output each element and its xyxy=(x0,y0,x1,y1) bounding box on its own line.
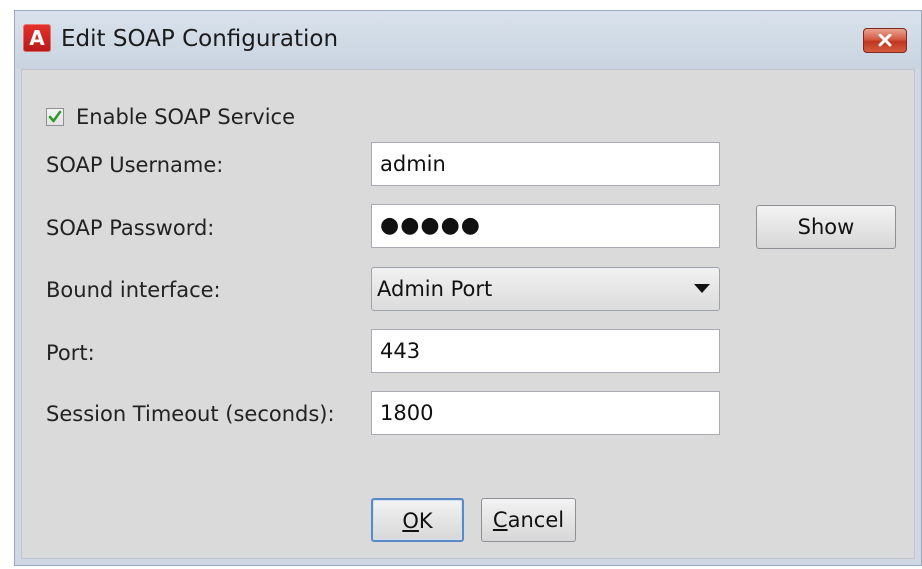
soap-password-label: SOAP Password: xyxy=(46,216,215,240)
app-logo-icon: A xyxy=(23,24,51,52)
chevron-down-icon xyxy=(694,284,710,293)
window-title: Edit SOAP Configuration xyxy=(61,26,339,52)
title-bar[interactable]: A Edit SOAP Configuration xyxy=(15,11,921,69)
dialog-window: A Edit SOAP Configuration Enable SOAP Se… xyxy=(14,10,922,566)
dialog-content: Enable SOAP Service SOAP Username: admin… xyxy=(21,69,915,559)
close-icon xyxy=(878,34,892,47)
checkmark-icon xyxy=(48,110,62,123)
bound-interface-select[interactable]: Admin Port xyxy=(371,267,720,311)
show-password-button[interactable]: Show xyxy=(756,205,896,249)
soap-password-input[interactable]: ●●●●● xyxy=(371,204,720,248)
session-timeout-input[interactable]: 1800 xyxy=(371,391,720,435)
enable-soap-label: Enable SOAP Service xyxy=(76,105,296,129)
soap-username-label: SOAP Username: xyxy=(46,153,224,177)
cancel-button[interactable]: Cancel xyxy=(481,498,576,542)
bound-interface-value: Admin Port xyxy=(377,277,493,301)
session-timeout-label: Session Timeout (seconds): xyxy=(46,402,335,426)
port-label: Port: xyxy=(46,341,95,365)
enable-soap-row[interactable]: Enable SOAP Service xyxy=(46,103,295,131)
bound-interface-label: Bound interface: xyxy=(46,278,221,302)
enable-soap-checkbox[interactable] xyxy=(46,108,64,126)
soap-username-input[interactable]: admin xyxy=(371,142,720,186)
ok-button[interactable]: OK xyxy=(371,498,464,542)
port-input[interactable]: 443 xyxy=(371,329,720,373)
close-button[interactable] xyxy=(863,28,907,53)
